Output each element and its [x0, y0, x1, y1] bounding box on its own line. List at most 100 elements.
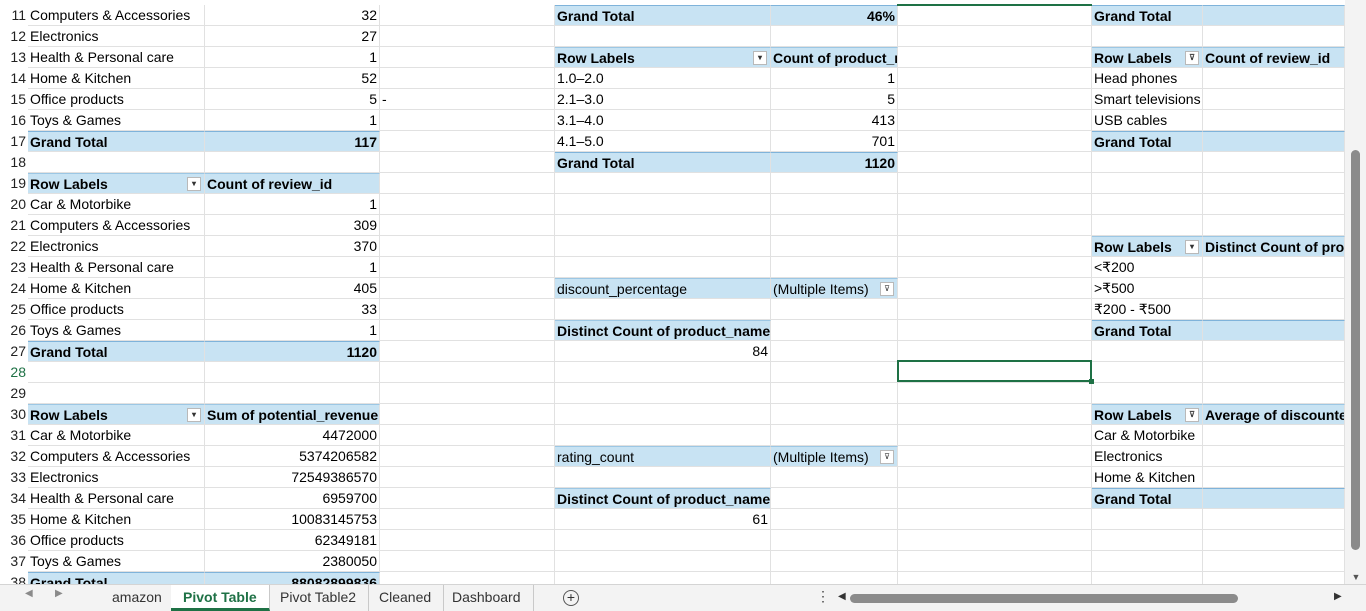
cell[interactable] — [380, 425, 555, 446]
filter-icon[interactable]: ⊽ — [1185, 51, 1199, 65]
cell[interactable] — [1203, 299, 1345, 320]
row-header[interactable]: 20 — [0, 194, 28, 215]
cell[interactable] — [771, 194, 898, 215]
cell[interactable] — [380, 257, 555, 278]
cell[interactable] — [1203, 572, 1345, 584]
row-header[interactable]: 13 — [0, 47, 28, 68]
cell[interactable] — [898, 152, 1092, 173]
cell[interactable]: Row Labels ▾ — [1092, 236, 1203, 257]
cell[interactable] — [380, 446, 555, 467]
cell[interactable] — [771, 551, 898, 572]
cell[interactable] — [555, 404, 771, 425]
cell[interactable] — [898, 530, 1092, 551]
cell[interactable] — [771, 236, 898, 257]
cell[interactable] — [898, 89, 1092, 110]
cell[interactable]: 4472000 — [205, 425, 380, 446]
cell[interactable]: Distinct Count of product_name — [1203, 236, 1345, 257]
cell[interactable] — [380, 509, 555, 530]
cell[interactable] — [380, 362, 555, 383]
row-header[interactable]: 22 — [0, 236, 28, 257]
cell[interactable]: Health & Personal care — [28, 47, 205, 68]
cell[interactable] — [898, 551, 1092, 572]
cell[interactable] — [771, 425, 898, 446]
cell[interactable]: 46% — [771, 5, 898, 26]
cell[interactable]: 32 — [205, 5, 380, 26]
cell[interactable] — [771, 257, 898, 278]
row-header[interactable]: 30 — [0, 404, 28, 425]
cell[interactable]: Toys & Games — [28, 320, 205, 341]
row-header[interactable]: 31 — [0, 425, 28, 446]
cell[interactable]: 1 — [205, 194, 380, 215]
cell[interactable]: Grand Total — [555, 5, 771, 26]
cell[interactable] — [555, 362, 771, 383]
cell[interactable] — [1203, 446, 1345, 467]
cell[interactable] — [555, 215, 771, 236]
cell[interactable] — [380, 341, 555, 362]
cell[interactable]: 309 — [205, 215, 380, 236]
cell[interactable]: Smart televisions — [1092, 89, 1203, 110]
cell[interactable] — [380, 530, 555, 551]
cell[interactable]: ₹200 - ₹500 — [1092, 299, 1203, 320]
cell[interactable]: Car & Motorbike — [28, 425, 205, 446]
worksheet-grid[interactable]: 11 Computers & Accessories 32 Grand Total 46… — [0, 0, 1345, 584]
cell[interactable]: Grand Total — [28, 131, 205, 152]
cell[interactable]: - — [380, 89, 555, 110]
cell[interactable]: Count of review_id — [1203, 47, 1345, 68]
cell[interactable]: 33 — [205, 299, 380, 320]
cell[interactable] — [898, 341, 1092, 362]
cell[interactable]: Count of product_name — [771, 47, 898, 68]
cell[interactable] — [1203, 89, 1345, 110]
row-header[interactable]: 28 — [0, 362, 28, 383]
sheet-tab[interactable]: Dashboard — [440, 585, 534, 611]
cell[interactable] — [555, 383, 771, 404]
cell[interactable]: 1 — [771, 68, 898, 89]
selected-cell[interactable] — [897, 360, 1092, 382]
cell[interactable]: 62349181 — [205, 530, 380, 551]
cell[interactable] — [898, 68, 1092, 89]
cell[interactable] — [1092, 152, 1203, 173]
cell[interactable]: Car & Motorbike — [28, 194, 205, 215]
cell[interactable]: 52 — [205, 68, 380, 89]
cell[interactable]: 84 — [555, 341, 771, 362]
cell[interactable] — [898, 236, 1092, 257]
sheet-tab[interactable]: amazon — [100, 585, 175, 611]
cell[interactable] — [771, 362, 898, 383]
cell[interactable] — [771, 467, 898, 488]
cell[interactable] — [898, 110, 1092, 131]
cell[interactable] — [898, 572, 1092, 584]
cell[interactable]: Car & Motorbike — [1092, 425, 1203, 446]
cell[interactable]: Health & Personal care — [28, 488, 205, 509]
cell[interactable]: Computers & Accessories — [28, 215, 205, 236]
row-header[interactable]: 38 — [0, 572, 28, 584]
cell[interactable]: Count of review_id — [205, 173, 380, 194]
dropdown-icon[interactable]: ▾ — [753, 51, 767, 65]
cell[interactable] — [380, 383, 555, 404]
cell[interactable] — [771, 530, 898, 551]
cell[interactable]: Row Labels ▾ — [28, 404, 205, 425]
add-sheet-icon[interactable]: + — [563, 590, 579, 606]
cell[interactable]: Average of discounted_price — [1203, 404, 1345, 425]
cell[interactable]: 1 — [205, 320, 380, 341]
filter-icon[interactable]: ⊽ — [880, 450, 894, 464]
cell[interactable] — [771, 404, 898, 425]
cell[interactable]: Health & Personal care — [28, 257, 205, 278]
cell[interactable] — [771, 320, 898, 341]
fill-handle[interactable] — [1089, 379, 1094, 384]
cell[interactable]: Row Labels ▾ — [555, 47, 771, 68]
cell[interactable] — [555, 173, 771, 194]
cell[interactable]: Office products — [28, 530, 205, 551]
cell[interactable] — [1203, 215, 1345, 236]
cell[interactable] — [28, 383, 205, 404]
cell[interactable] — [555, 530, 771, 551]
cell[interactable]: rating_count — [555, 446, 771, 467]
cell[interactable]: Office products — [28, 299, 205, 320]
cell[interactable] — [1203, 194, 1345, 215]
cell[interactable] — [380, 131, 555, 152]
cell[interactable] — [1203, 488, 1345, 509]
cell[interactable] — [898, 383, 1092, 404]
cell[interactable]: Computers & Accessories — [28, 5, 205, 26]
cell[interactable] — [771, 215, 898, 236]
cell[interactable]: 405 — [205, 278, 380, 299]
cell[interactable]: Electronics — [28, 467, 205, 488]
cell[interactable] — [1092, 509, 1203, 530]
